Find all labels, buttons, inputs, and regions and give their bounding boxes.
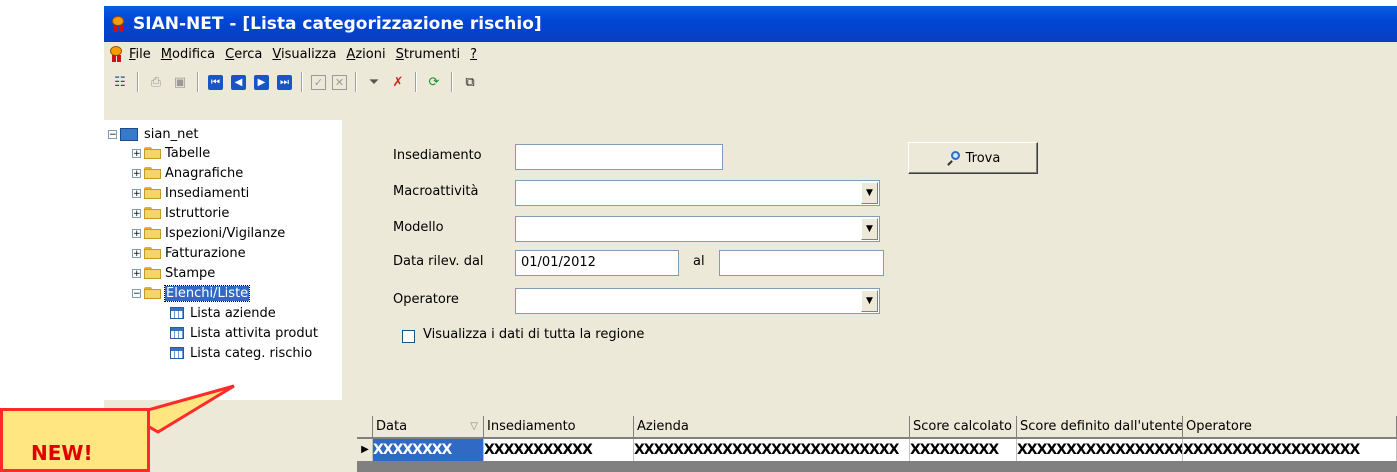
callout-pointer [114,384,235,434]
new-callout: NEW! [0,408,150,472]
new-callout-text: NEW! [31,441,93,465]
